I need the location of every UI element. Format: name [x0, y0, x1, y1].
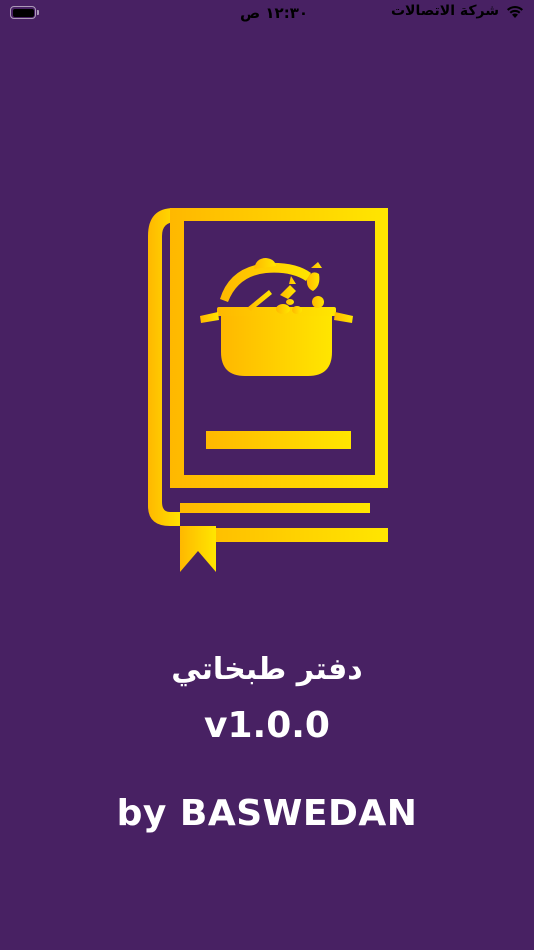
cookbook-pot-icon: [148, 208, 388, 572]
status-bar: ١٢:٣٠ ص شركة الاتصالات: [0, 0, 534, 30]
developer-credit: by BASWEDAN: [116, 793, 418, 834]
wifi-icon: [507, 5, 523, 18]
carrier-name: شركة الاتصالات: [390, 3, 499, 19]
battery-icon: [10, 6, 36, 19]
app-version: v1.0.0: [204, 705, 330, 746]
status-time: ١٢:٣٠ ص: [240, 4, 309, 22]
carrier-group: شركة الاتصالات: [391, 3, 525, 19]
battery-tip: [37, 10, 39, 15]
app-name: دفتر طبخاتي: [171, 652, 363, 687]
